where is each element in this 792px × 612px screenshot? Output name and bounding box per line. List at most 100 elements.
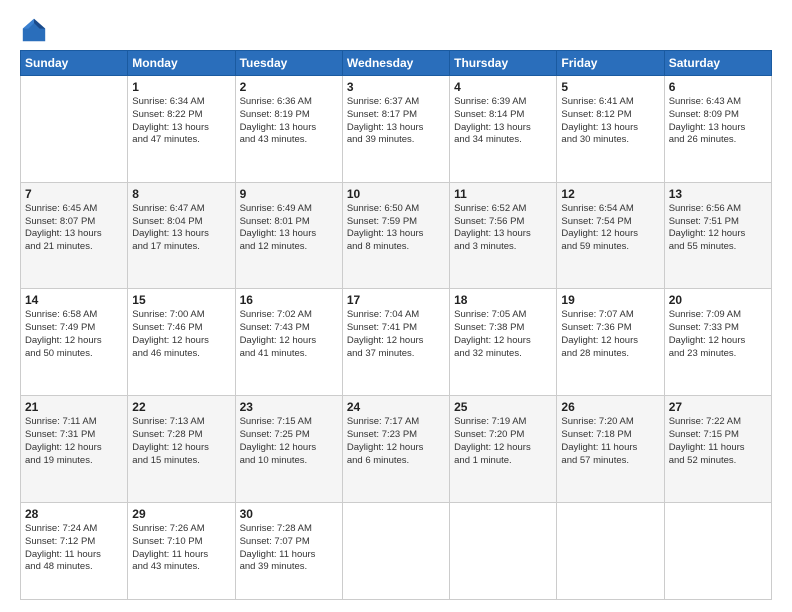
table-row: 4 Sunrise: 6:39 AM Sunset: 8:14 PM Daylig… [450, 76, 557, 183]
day-number: 24 [347, 400, 445, 414]
day-info: Sunrise: 7:07 AM Sunset: 7:36 PM Dayligh… [561, 309, 659, 360]
day-number: 20 [669, 293, 767, 307]
day-number: 23 [240, 400, 338, 414]
week-row-1: 7 Sunrise: 6:45 AM Sunset: 8:07 PM Daylig… [21, 182, 772, 289]
table-row: 20 Sunrise: 7:09 AM Sunset: 7:33 PM Dayli… [664, 289, 771, 396]
day-number: 2 [240, 80, 338, 94]
table-row: 10 Sunrise: 6:50 AM Sunset: 7:59 PM Dayli… [342, 182, 449, 289]
day-number: 19 [561, 293, 659, 307]
table-row: 22 Sunrise: 7:13 AM Sunset: 7:28 PM Dayli… [128, 396, 235, 503]
day-info: Sunrise: 7:09 AM Sunset: 7:33 PM Dayligh… [669, 309, 767, 360]
table-row: 15 Sunrise: 7:00 AM Sunset: 7:46 PM Dayli… [128, 289, 235, 396]
calendar: SundayMondayTuesdayWednesdayThursdayFrid… [20, 50, 772, 600]
day-info: Sunrise: 7:00 AM Sunset: 7:46 PM Dayligh… [132, 309, 230, 360]
day-number: 22 [132, 400, 230, 414]
table-row: 7 Sunrise: 6:45 AM Sunset: 8:07 PM Daylig… [21, 182, 128, 289]
page: SundayMondayTuesdayWednesdayThursdayFrid… [0, 0, 792, 612]
day-number: 26 [561, 400, 659, 414]
day-info: Sunrise: 7:02 AM Sunset: 7:43 PM Dayligh… [240, 309, 338, 360]
day-info: Sunrise: 7:11 AM Sunset: 7:31 PM Dayligh… [25, 416, 123, 467]
day-number: 29 [132, 507, 230, 521]
day-number: 25 [454, 400, 552, 414]
table-row: 18 Sunrise: 7:05 AM Sunset: 7:38 PM Dayli… [450, 289, 557, 396]
day-header-saturday: Saturday [664, 51, 771, 76]
day-info: Sunrise: 6:52 AM Sunset: 7:56 PM Dayligh… [454, 203, 552, 254]
week-row-4: 28Sunrise: 7:24 AM Sunset: 7:12 PM Dayli… [21, 502, 772, 599]
table-row: 8 Sunrise: 6:47 AM Sunset: 8:04 PM Daylig… [128, 182, 235, 289]
day-info: Sunrise: 6:37 AM Sunset: 8:17 PM Dayligh… [347, 96, 445, 147]
table-row: 11 Sunrise: 6:52 AM Sunset: 7:56 PM Dayli… [450, 182, 557, 289]
day-info: Sunrise: 6:39 AM Sunset: 8:14 PM Dayligh… [454, 96, 552, 147]
table-row: 14 Sunrise: 6:58 AM Sunset: 7:49 PM Dayli… [21, 289, 128, 396]
table-row: 1 Sunrise: 6:34 AM Sunset: 8:22 PM Daylig… [128, 76, 235, 183]
day-number: 15 [132, 293, 230, 307]
day-info: Sunrise: 7:19 AM Sunset: 7:20 PM Dayligh… [454, 416, 552, 467]
table-row [342, 502, 449, 599]
table-row: 13Sunrise: 6:56 AM Sunset: 7:51 PM Dayli… [664, 182, 771, 289]
day-info: Sunrise: 7:04 AM Sunset: 7:41 PM Dayligh… [347, 309, 445, 360]
day-info: Sunrise: 7:22 AM Sunset: 7:15 PM Dayligh… [669, 416, 767, 467]
day-info: Sunrise: 6:58 AM Sunset: 7:49 PM Dayligh… [25, 309, 123, 360]
table-row: 25 Sunrise: 7:19 AM Sunset: 7:20 PM Dayli… [450, 396, 557, 503]
day-number: 8 [132, 187, 230, 201]
day-number: 16 [240, 293, 338, 307]
day-number: 14 [25, 293, 123, 307]
day-info: Sunrise: 6:43 AM Sunset: 8:09 PM Dayligh… [669, 96, 767, 147]
day-number: 4 [454, 80, 552, 94]
header [20, 16, 772, 44]
days-header-row: SundayMondayTuesdayWednesdayThursdayFrid… [21, 51, 772, 76]
table-row: 28Sunrise: 7:24 AM Sunset: 7:12 PM Dayli… [21, 502, 128, 599]
table-row: 17 Sunrise: 7:04 AM Sunset: 7:41 PM Dayli… [342, 289, 449, 396]
day-info: Sunrise: 6:47 AM Sunset: 8:04 PM Dayligh… [132, 203, 230, 254]
day-info: Sunrise: 6:54 AM Sunset: 7:54 PM Dayligh… [561, 203, 659, 254]
day-info: Sunrise: 6:34 AM Sunset: 8:22 PM Dayligh… [132, 96, 230, 147]
week-row-3: 21 Sunrise: 7:11 AM Sunset: 7:31 PM Dayli… [21, 396, 772, 503]
day-number: 1 [132, 80, 230, 94]
day-info: Sunrise: 6:50 AM Sunset: 7:59 PM Dayligh… [347, 203, 445, 254]
day-number: 10 [347, 187, 445, 201]
day-number: 11 [454, 187, 552, 201]
table-row [21, 76, 128, 183]
day-number: 5 [561, 80, 659, 94]
day-info: Sunrise: 7:24 AM Sunset: 7:12 PM Dayligh… [25, 523, 123, 574]
table-row: 27 Sunrise: 7:22 AM Sunset: 7:15 PM Dayli… [664, 396, 771, 503]
day-number: 13 [669, 187, 767, 201]
table-row: 21 Sunrise: 7:11 AM Sunset: 7:31 PM Dayli… [21, 396, 128, 503]
logo-icon [20, 16, 48, 44]
table-row: 9Sunrise: 6:49 AM Sunset: 8:01 PM Daylig… [235, 182, 342, 289]
table-row: 30 Sunrise: 7:28 AM Sunset: 7:07 PM Dayli… [235, 502, 342, 599]
day-info: Sunrise: 7:26 AM Sunset: 7:10 PM Dayligh… [132, 523, 230, 574]
day-number: 3 [347, 80, 445, 94]
week-row-0: 1 Sunrise: 6:34 AM Sunset: 8:22 PM Daylig… [21, 76, 772, 183]
day-info: Sunrise: 7:20 AM Sunset: 7:18 PM Dayligh… [561, 416, 659, 467]
day-info: Sunrise: 6:36 AM Sunset: 8:19 PM Dayligh… [240, 96, 338, 147]
table-row [557, 502, 664, 599]
day-info: Sunrise: 7:13 AM Sunset: 7:28 PM Dayligh… [132, 416, 230, 467]
day-header-monday: Monday [128, 51, 235, 76]
day-header-tuesday: Tuesday [235, 51, 342, 76]
day-info: Sunrise: 6:45 AM Sunset: 8:07 PM Dayligh… [25, 203, 123, 254]
table-row: 24 Sunrise: 7:17 AM Sunset: 7:23 PM Dayli… [342, 396, 449, 503]
table-row: 16 Sunrise: 7:02 AM Sunset: 7:43 PM Dayli… [235, 289, 342, 396]
day-header-sunday: Sunday [21, 51, 128, 76]
day-header-thursday: Thursday [450, 51, 557, 76]
table-row: 6Sunrise: 6:43 AM Sunset: 8:09 PM Daylig… [664, 76, 771, 183]
day-number: 18 [454, 293, 552, 307]
day-number: 12 [561, 187, 659, 201]
table-row: 5 Sunrise: 6:41 AM Sunset: 8:12 PM Daylig… [557, 76, 664, 183]
day-number: 30 [240, 507, 338, 521]
day-number: 21 [25, 400, 123, 414]
day-number: 17 [347, 293, 445, 307]
day-info: Sunrise: 7:28 AM Sunset: 7:07 PM Dayligh… [240, 523, 338, 574]
day-info: Sunrise: 7:17 AM Sunset: 7:23 PM Dayligh… [347, 416, 445, 467]
day-number: 7 [25, 187, 123, 201]
table-row: 29 Sunrise: 7:26 AM Sunset: 7:10 PM Dayli… [128, 502, 235, 599]
day-number: 27 [669, 400, 767, 414]
table-row: 12 Sunrise: 6:54 AM Sunset: 7:54 PM Dayli… [557, 182, 664, 289]
table-row [450, 502, 557, 599]
table-row [664, 502, 771, 599]
day-info: Sunrise: 6:41 AM Sunset: 8:12 PM Dayligh… [561, 96, 659, 147]
logo [20, 16, 52, 44]
day-info: Sunrise: 7:15 AM Sunset: 7:25 PM Dayligh… [240, 416, 338, 467]
day-info: Sunrise: 7:05 AM Sunset: 7:38 PM Dayligh… [454, 309, 552, 360]
